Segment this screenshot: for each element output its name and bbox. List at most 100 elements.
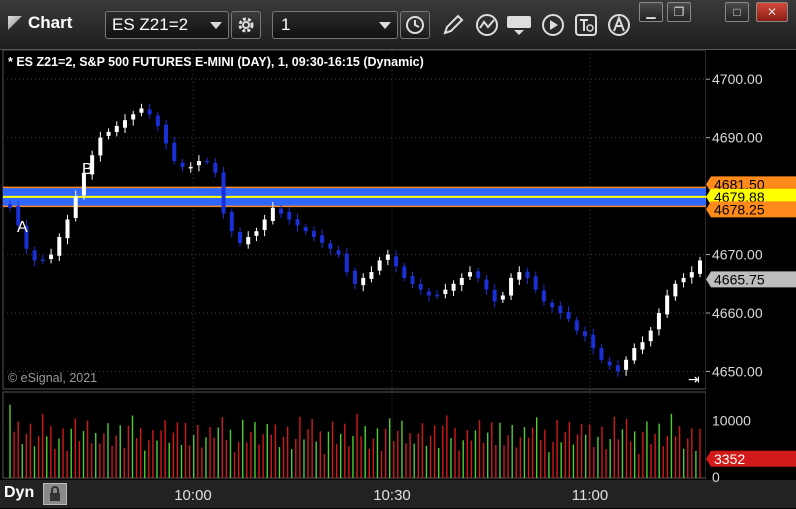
- candle-body: [320, 235, 325, 243]
- chart-title: * ES Z21=2, S&P 500 FUTURES E-MINI (DAY)…: [8, 55, 424, 69]
- lock-icon: [50, 486, 60, 501]
- candle-body: [541, 290, 546, 302]
- candle-body: [336, 250, 341, 255]
- candle-body: [279, 208, 284, 214]
- candle-body: [369, 272, 374, 279]
- candle-body: [402, 266, 407, 278]
- y-tick-label: 4650.00: [712, 363, 763, 379]
- candle-body: [418, 284, 423, 290]
- candle-body: [8, 204, 12, 208]
- candle-body: [287, 211, 292, 220]
- candle-body: [213, 162, 218, 173]
- candle-body: [509, 277, 514, 296]
- candle-body: [656, 313, 661, 330]
- candle-body: [123, 120, 127, 128]
- candle-body: [361, 277, 366, 286]
- candle-body: [615, 365, 620, 372]
- candle-body: [607, 361, 612, 366]
- scroll-to-end-icon[interactable]: ⇥: [688, 372, 700, 388]
- candle-body: [114, 125, 119, 133]
- candle-body: [550, 302, 555, 308]
- candle-body: [689, 272, 694, 278]
- candle-body: [188, 166, 193, 169]
- candle-body: [591, 334, 596, 349]
- candle-body: [98, 137, 103, 156]
- price-pane: [2, 49, 707, 390]
- candle-body: [394, 256, 399, 267]
- candle-body: [624, 359, 629, 370]
- price-chart[interactable]: 4700.004690.004680.004670.004660.004650.…: [0, 0, 796, 508]
- x-tick-label: 10:30: [373, 487, 411, 504]
- candle-body: [673, 283, 678, 297]
- price-tag-label: 4678.25: [714, 201, 765, 217]
- price-tag-label: 4665.75: [714, 271, 765, 287]
- x-tick-label: 10:00: [174, 487, 212, 504]
- candle-body: [583, 331, 587, 337]
- candle-body: [443, 289, 448, 295]
- marker-label: B: [82, 161, 93, 178]
- candle-body: [229, 212, 234, 232]
- candle-body: [221, 172, 226, 214]
- candle-body: [246, 237, 251, 245]
- candle-body: [344, 253, 349, 273]
- candle-body: [566, 311, 571, 319]
- chart-window: Chart ES Z21=2 1 ▁ ❐ □ ✕ 4700.00 4690.00…: [0, 0, 796, 508]
- candle-body: [328, 243, 333, 249]
- candle-body: [155, 115, 160, 126]
- candle-body: [106, 131, 111, 136]
- dynamic-label: Dyn: [4, 484, 35, 501]
- candle-body: [435, 294, 440, 297]
- candle-body: [377, 260, 382, 271]
- y-tick-label: 4700.00: [712, 71, 763, 87]
- volume-tick-label: 10000: [712, 413, 751, 429]
- candle-body: [65, 219, 70, 239]
- candle-body: [57, 237, 62, 256]
- candle-body: [410, 276, 415, 284]
- candle-body: [451, 283, 456, 291]
- marker-label: A: [17, 219, 28, 236]
- y-tick-label: 4670.00: [712, 247, 763, 263]
- candle-body: [238, 231, 242, 243]
- candle-body: [665, 295, 670, 315]
- candle-body: [311, 231, 316, 238]
- candle-body: [196, 161, 201, 166]
- candle-body: [632, 348, 637, 361]
- candle-body: [295, 219, 300, 226]
- candle-body: [172, 142, 177, 162]
- candle-body: [599, 347, 604, 360]
- candle-body: [254, 231, 259, 236]
- candle-body: [147, 109, 152, 115]
- candle-body: [492, 290, 497, 302]
- candle-body: [500, 295, 505, 300]
- candle-body: [517, 272, 522, 280]
- y-tick-label: 4660.00: [712, 305, 763, 321]
- candle-body: [353, 270, 357, 284]
- candle-body: [32, 250, 37, 261]
- candle-body: [648, 330, 653, 342]
- candle-body: [262, 219, 267, 231]
- candle-body: [468, 272, 472, 277]
- copyright-text: © eSignal, 2021: [8, 371, 98, 385]
- candle-body: [681, 277, 686, 283]
- candle-body: [476, 271, 481, 278]
- candle-body: [40, 259, 45, 262]
- candle-body: [205, 160, 210, 163]
- candle-body: [49, 254, 54, 260]
- candle-body: [533, 276, 538, 290]
- candle-body: [426, 291, 431, 296]
- candle-body: [270, 207, 275, 221]
- candle-body: [484, 279, 489, 290]
- candle-body: [385, 254, 390, 260]
- candle-body: [164, 124, 169, 144]
- candle-body: [139, 108, 144, 113]
- candle-body: [303, 227, 308, 232]
- scale-lock-button[interactable]: [43, 483, 67, 505]
- candle-body: [574, 320, 579, 331]
- volume-zero-label: 0: [712, 469, 720, 485]
- candle-body: [525, 271, 530, 278]
- candle-body: [459, 277, 464, 285]
- y-tick-label: 4690.00: [712, 130, 763, 146]
- x-tick-label: 11:00: [572, 487, 608, 504]
- candle-body: [558, 305, 563, 314]
- candle-body: [698, 260, 702, 274]
